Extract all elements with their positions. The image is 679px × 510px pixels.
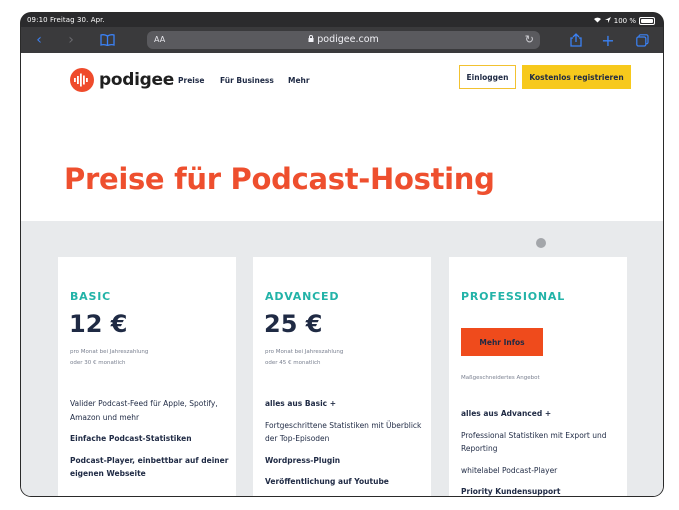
new-tab-icon[interactable]: + [598,31,618,50]
feature-item: Veröffentlichung auf Youtube [265,477,389,486]
location-icon [604,16,611,25]
feature-item: whitelabel Podcast-Player [461,465,558,475]
url-text: podigee.com [317,34,379,45]
nav-link-preise[interactable]: Preise [178,76,204,85]
plan-features: alles aus Basic + Fortgeschrittene Stati… [265,397,425,496]
plan-price: 12 € [69,310,128,338]
status-right: 100 % [593,16,655,25]
battery-percent: 100 % [613,16,636,25]
carousel-dot[interactable] [536,238,546,248]
battery-icon [639,16,655,25]
plan-monthly-note: oder 30 € monatlich [70,360,126,366]
plan-card-advanced: ADVANCED 25 € pro Monat bei Jahreszahlun… [253,257,431,496]
feature-item: alles aus Advanced + [461,409,552,418]
podigee-logo-icon [70,68,94,92]
plan-name: BASIC [70,290,111,303]
register-button[interactable]: Kostenlos registrieren [522,65,631,89]
feature-item-text: Podcast-Player, einbettbar auf deiner ei… [70,455,229,479]
feature-item: Priority Kundensupport [461,487,561,496]
plan-card-professional: PROFESSIONAL Mehr Infos Maßgeschneiderte… [449,257,627,496]
feature-item: Professional Statistiken mit Export und … [461,430,607,454]
wifi-icon [593,16,602,25]
tabs-overview-icon[interactable] [632,31,652,49]
status-time-date: 09:10 Freitag 30. Apr. [27,16,105,24]
plan-name: PROFESSIONAL [461,290,566,303]
status-bar: 09:10 Freitag 30. Apr. 100 % [21,13,663,27]
plan-name: ADVANCED [265,290,340,303]
podigee-logo-text: podigee [99,70,174,90]
reload-icon[interactable]: ↻ [525,33,534,46]
plan-tailored-note: Maßgeschneidertes Angebot [461,375,540,381]
feature-item: Valider Podcast-Feed für Apple, Spotify,… [70,399,218,422]
web-page: podigee Preise Für Business Mehr Einlogg… [21,53,663,496]
safari-toolbar: ‹ › AA podigee.com ↻ + [21,27,663,53]
login-button[interactable]: Einloggen [459,65,516,89]
plan-billing-note: pro Monat bei Jahreszahlung [265,349,344,355]
page-title: Preise für Podcast-Hosting [64,162,495,196]
feature-item: Podcast-Player, einbettbar auf deiner ei… [70,454,230,481]
plan-monthly-note: oder 45 € monatlich [265,360,321,366]
nav-link-fuer-business[interactable]: Für Business [220,76,274,85]
plan-price: 25 € [264,310,323,338]
plan-card-basic: BASIC 12 € pro Monat bei Jahreszahlung o… [58,257,236,496]
lock-icon [308,34,317,45]
bookmarks-icon[interactable] [97,31,117,49]
podigee-logo[interactable]: podigee [70,68,174,92]
plan-billing-note: pro Monat bei Jahreszahlung [70,349,149,355]
more-info-button[interactable]: Mehr Infos [461,328,543,356]
feature-item: Einfache Podcast-Statistiken [70,434,192,443]
ipad-screen: 09:10 Freitag 30. Apr. 100 % ‹ › AA podi… [21,13,663,496]
site-header: podigee Preise Für Business Mehr Einlogg… [21,53,663,103]
plan-features: Valider Podcast-Feed für Apple, Spotify,… [70,397,230,489]
feature-item: Fortgeschrittene Statistiken mit Überbli… [265,420,422,444]
back-icon[interactable]: ‹ [29,31,49,49]
url-display: podigee.com [147,34,540,45]
feature-item: alles aus Basic + [265,399,336,408]
share-icon[interactable] [566,31,586,49]
plan-features: alles aus Advanced + Professional Statis… [461,407,621,496]
forward-icon[interactable]: › [61,31,81,49]
address-bar[interactable]: AA podigee.com ↻ [147,31,540,49]
feature-item: Wordpress-Plugin [265,455,341,465]
nav-link-mehr[interactable]: Mehr [288,76,310,85]
